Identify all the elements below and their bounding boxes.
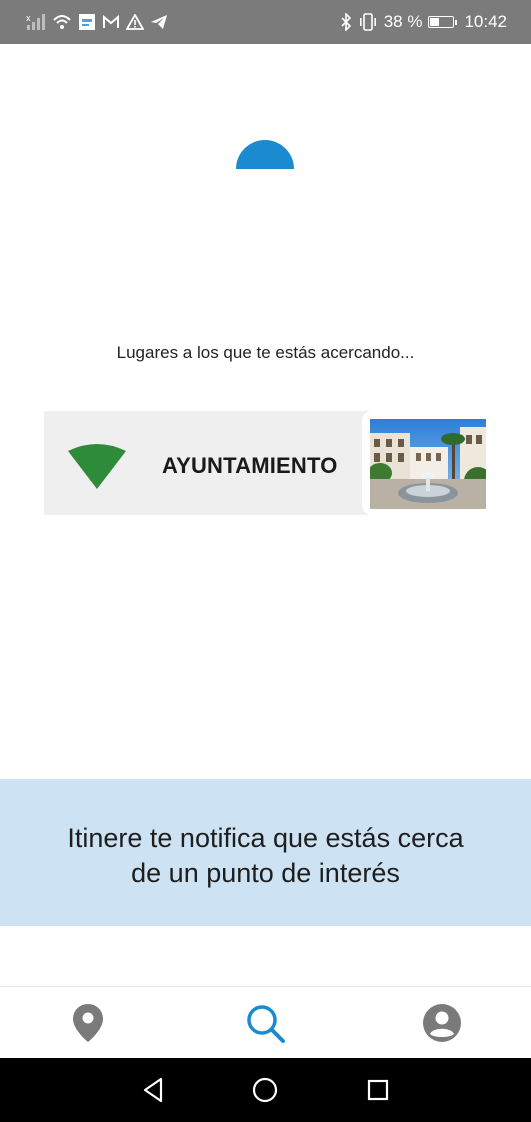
town-hall-image bbox=[370, 419, 486, 509]
svg-text:x: x bbox=[26, 13, 31, 23]
poi-name: AYUNTAMIENTO bbox=[162, 453, 338, 478]
search-icon bbox=[247, 1005, 285, 1043]
loading-spinner bbox=[236, 140, 294, 169]
notification-line-1: Itinere te notifica que estás cerca bbox=[67, 823, 464, 853]
system-navigation-bar bbox=[0, 1058, 531, 1122]
home-button[interactable] bbox=[251, 1076, 279, 1104]
notification-line-2: de un punto de interés bbox=[131, 858, 400, 888]
telegram-icon bbox=[151, 15, 167, 29]
profile-icon bbox=[423, 1004, 461, 1042]
status-icons-right: 38 % 10:42 bbox=[340, 10, 507, 34]
poi-photo bbox=[362, 411, 486, 515]
nav-map-button[interactable] bbox=[66, 1001, 110, 1045]
notification-text: Itinere te notifica que estás cerca de u… bbox=[0, 821, 531, 891]
map-pin-icon bbox=[73, 1004, 103, 1042]
recents-button[interactable] bbox=[364, 1076, 392, 1104]
wifi-icon bbox=[53, 15, 71, 29]
status-icons-left: x bbox=[26, 10, 168, 34]
signal-icon: x bbox=[26, 13, 45, 30]
gmail-icon bbox=[103, 14, 119, 28]
clock: 10:42 bbox=[464, 12, 507, 31]
poi-card[interactable]: AYUNTAMIENTO bbox=[44, 411, 486, 515]
bluetooth-icon bbox=[341, 13, 351, 31]
battery-icon bbox=[428, 16, 458, 28]
back-icon bbox=[143, 1077, 163, 1103]
bottom-navigation bbox=[0, 986, 531, 1059]
nav-profile-button[interactable] bbox=[420, 1001, 464, 1045]
back-button[interactable] bbox=[139, 1076, 167, 1104]
notification-banner: Itinere te notifica que estás cerca de u… bbox=[0, 779, 531, 926]
home-icon bbox=[252, 1077, 278, 1103]
recents-icon bbox=[367, 1079, 389, 1101]
vibrate-icon bbox=[359, 13, 376, 31]
app-notification-icon bbox=[79, 14, 95, 30]
status-bar: x 38 % 10:42 bbox=[0, 0, 531, 44]
approach-heading: Lugares a los que te estás acercando... bbox=[116, 343, 415, 362]
proximity-signal-icon bbox=[68, 444, 126, 489]
nav-search-button[interactable] bbox=[243, 1001, 287, 1045]
battery-percent: 38 % bbox=[383, 12, 423, 31]
warning-icon bbox=[126, 14, 144, 30]
